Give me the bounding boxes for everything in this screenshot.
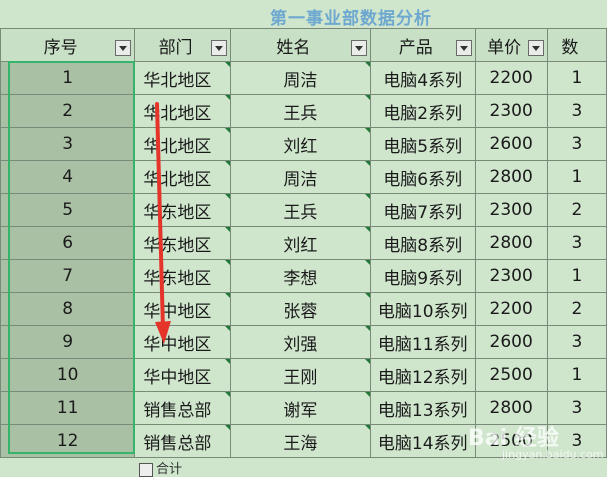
cell-price[interactable]: 2800 (474, 160, 548, 194)
cell-seq[interactable]: 5 (0, 193, 136, 227)
cell-name[interactable]: 张蓉 (229, 292, 371, 326)
cell-price[interactable]: 2500 (474, 358, 548, 392)
cell-price[interactable]: 2200 (474, 292, 548, 326)
cell-name[interactable]: 刘强 (229, 325, 371, 359)
header-name[interactable]: 姓名 (229, 28, 371, 62)
table-row: 4 华北地区 周洁 电脑6系列 2800 1 (0, 160, 607, 194)
cell-product[interactable]: 电脑14系列 (369, 424, 476, 458)
cell-name[interactable]: 王兵 (229, 94, 371, 128)
cell-dept[interactable]: 华北地区 (134, 61, 231, 95)
table-row: 2 华北地区 王兵 电脑2系列 2300 3 (0, 94, 607, 128)
cell-product[interactable]: 电脑10系列 (369, 292, 476, 326)
cell-seq[interactable]: 11 (0, 391, 136, 425)
cell-seq[interactable]: 4 (0, 160, 136, 194)
cell-qty[interactable]: 3 (546, 94, 607, 128)
table-row: 5 华东地区 王兵 电脑7系列 2300 2 (0, 193, 607, 227)
table-row: 6 华东地区 刘红 电脑8系列 2800 3 (0, 226, 607, 260)
cell-product[interactable]: 电脑12系列 (369, 358, 476, 392)
cell-dept[interactable]: 华北地区 (134, 127, 231, 161)
cell-name[interactable]: 李想 (229, 259, 371, 293)
cell-seq[interactable]: 7 (0, 259, 136, 293)
table-row: 3 华北地区 刘红 电脑5系列 2600 3 (0, 127, 607, 161)
filter-dropdown-icon[interactable] (527, 40, 544, 56)
cell-price[interactable]: 2200 (474, 61, 548, 95)
cell-qty[interactable]: 1 (546, 160, 607, 194)
filter-dropdown-icon[interactable] (210, 40, 227, 56)
cell-product[interactable]: 电脑4系列 (369, 61, 476, 95)
cell-qty[interactable]: 2 (546, 292, 607, 326)
cell-name[interactable]: 周洁 (229, 61, 371, 95)
header-qty[interactable]: 数 (546, 28, 607, 62)
cell-seq[interactable]: 9 (0, 325, 136, 359)
cell-dept[interactable]: 华中地区 (134, 358, 231, 392)
cell-price[interactable]: 2300 (474, 259, 548, 293)
cell-seq[interactable]: 6 (0, 226, 136, 260)
cell-name[interactable]: 王刚 (229, 358, 371, 392)
cell-dept[interactable]: 华中地区 (134, 325, 231, 359)
cell-product[interactable]: 电脑9系列 (369, 259, 476, 293)
cell-product[interactable]: 电脑8系列 (369, 226, 476, 260)
cell-price[interactable]: 2800 (474, 226, 548, 260)
cell-name[interactable]: 谢军 (229, 391, 371, 425)
cell-price[interactable]: 2300 (474, 94, 548, 128)
cell-qty[interactable]: 3 (546, 127, 607, 161)
header-row: 序号 部门 姓名 产品 单价 数 (0, 28, 607, 62)
cell-dept[interactable]: 华东地区 (134, 193, 231, 227)
cell-qty[interactable]: 1 (546, 61, 607, 95)
header-dept[interactable]: 部门 (134, 28, 231, 62)
watermark-logo: Bai 经验 jingyan.baidu.com (468, 426, 604, 461)
cell-product[interactable]: 电脑6系列 (369, 160, 476, 194)
total-label: 合计 (139, 458, 182, 477)
cell-dept[interactable]: 华北地区 (134, 160, 231, 194)
cell-product[interactable]: 电脑11系列 (369, 325, 476, 359)
cell-dept[interactable]: 华东地区 (134, 259, 231, 293)
cell-dept[interactable]: 华东地区 (134, 226, 231, 260)
filter-dropdown-icon[interactable] (350, 40, 367, 56)
cell-seq[interactable]: 12 (0, 424, 136, 458)
cell-dept[interactable]: 华北地区 (134, 94, 231, 128)
cell-name[interactable]: 王兵 (229, 193, 371, 227)
cell-dept[interactable]: 销售总部 (134, 391, 231, 425)
cell-product[interactable]: 电脑13系列 (369, 391, 476, 425)
cell-name[interactable]: 周洁 (229, 160, 371, 194)
cell-name[interactable]: 刘红 (229, 127, 371, 161)
spreadsheet: 第一事业部数据分析 序号 部门 姓名 产品 单价 数 1 华北地区 周洁 电脑4系列 2… (0, 0, 607, 477)
cell-price[interactable]: 2300 (474, 193, 548, 227)
sheet-title: 第一事业部数据分析 (270, 9, 432, 29)
cell-dept[interactable]: 销售总部 (134, 424, 231, 458)
header-price[interactable]: 单价 (474, 28, 548, 62)
cell-price[interactable]: 2600 (474, 127, 548, 161)
cell-qty[interactable]: 3 (546, 325, 607, 359)
cell-product[interactable]: 电脑5系列 (369, 127, 476, 161)
table-icon (139, 462, 153, 477)
cell-price[interactable]: 2600 (474, 325, 548, 359)
cell-name[interactable]: 王海 (229, 424, 371, 458)
table-row: 7 华东地区 李想 电脑9系列 2300 1 (0, 259, 607, 293)
cell-name[interactable]: 刘红 (229, 226, 371, 260)
header-product[interactable]: 产品 (369, 28, 476, 62)
table-row: 10 华中地区 王刚 电脑12系列 2500 1 (0, 358, 607, 392)
cell-seq[interactable]: 10 (0, 358, 136, 392)
cell-product[interactable]: 电脑7系列 (369, 193, 476, 227)
cell-seq[interactable]: 3 (0, 127, 136, 161)
table-row: 9 华中地区 刘强 电脑11系列 2600 3 (0, 325, 607, 359)
cell-qty[interactable]: 1 (546, 358, 607, 392)
filter-dropdown-icon[interactable] (455, 40, 472, 56)
table-row: 1 华北地区 周洁 电脑4系列 2200 1 (0, 61, 607, 95)
cell-seq[interactable]: 1 (0, 61, 136, 95)
cell-seq[interactable]: 2 (0, 94, 136, 128)
table-row: 8 华中地区 张蓉 电脑10系列 2200 2 (0, 292, 607, 326)
cell-dept[interactable]: 华中地区 (134, 292, 231, 326)
cell-qty[interactable]: 3 (546, 226, 607, 260)
filter-dropdown-icon[interactable] (115, 40, 132, 56)
cell-product[interactable]: 电脑2系列 (369, 94, 476, 128)
cell-qty[interactable]: 1 (546, 259, 607, 293)
cell-qty[interactable]: 2 (546, 193, 607, 227)
data-table: 序号 部门 姓名 产品 单价 数 1 华北地区 周洁 电脑4系列 2200 1 2 华北地区王… (0, 28, 607, 458)
cell-seq[interactable]: 8 (0, 292, 136, 326)
header-seq[interactable]: 序号 (0, 28, 136, 62)
